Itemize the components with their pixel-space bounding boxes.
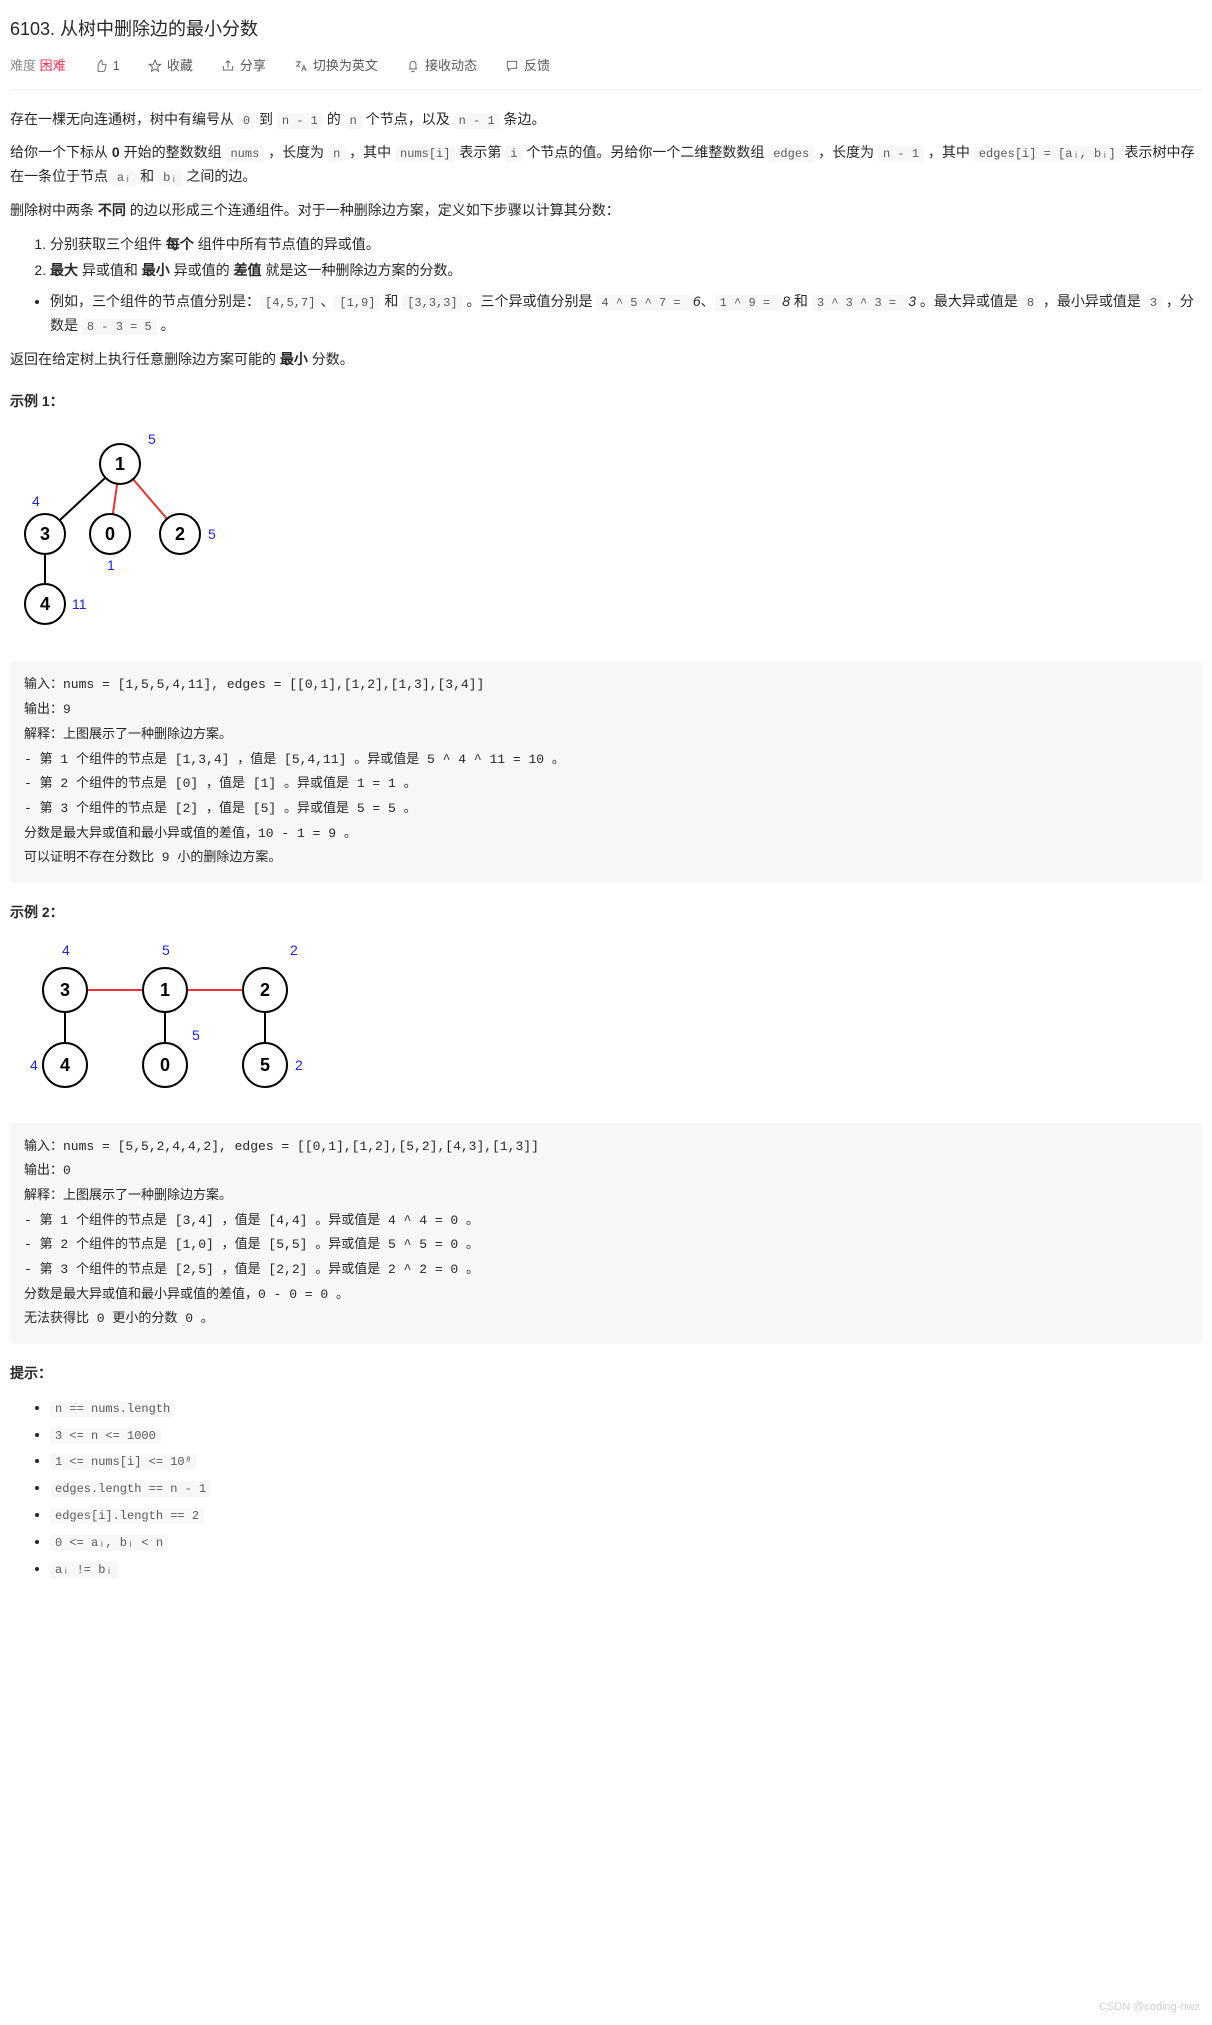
svg-text:2: 2 [175, 524, 185, 544]
like-count: 1 [113, 55, 120, 77]
star-icon [148, 59, 162, 73]
share-button[interactable]: 分享 [221, 55, 266, 77]
comment-icon [505, 59, 519, 73]
svg-text:4: 4 [32, 493, 40, 509]
svg-text:5: 5 [260, 1055, 270, 1075]
like-button[interactable]: 1 [94, 55, 120, 77]
svg-text:5: 5 [148, 431, 156, 447]
paragraph: 返回在给定树上执行任意删除边方案可能的 最小 分数。 [10, 348, 1202, 372]
list-item: 0 <= aᵢ, bᵢ < n [50, 1530, 1202, 1554]
example-1-box: 输入：nums = [1,5,5,4,11], edges = [[0,1],[… [10, 661, 1202, 883]
svg-text:11: 11 [72, 596, 87, 612]
svg-text:1: 1 [107, 557, 115, 573]
constraints: n == nums.length 3 <= n <= 1000 1 <= num… [10, 1396, 1202, 1581]
svg-text:5: 5 [192, 1027, 200, 1043]
list-item: edges[i].length == 2 [50, 1503, 1202, 1527]
svg-text:0: 0 [105, 524, 115, 544]
svg-text:5: 5 [208, 526, 216, 542]
constraints-title: 提示： [10, 1362, 1202, 1386]
svg-text:5: 5 [162, 942, 170, 958]
example-2-title: 示例 2： [10, 901, 1202, 925]
subscribe-label: 接收动态 [425, 55, 477, 77]
paragraph: 给你一个下标从 0 开始的整数数组 nums ，长度为 n ，其中 nums[i… [10, 141, 1202, 189]
share-label: 分享 [240, 55, 266, 77]
feedback-label: 反馈 [524, 55, 550, 77]
thumb-up-icon [94, 59, 108, 73]
svg-text:3: 3 [40, 524, 50, 544]
list-item: aᵢ != bᵢ [50, 1557, 1202, 1581]
unordered-list: 例如，三个组件的节点值分别是：[4,5,7]、[1,9] 和 [3,3,3] 。… [10, 290, 1202, 338]
favorite-button[interactable]: 收藏 [148, 55, 193, 77]
list-item: 1 <= nums[i] <= 10⁸ [50, 1449, 1202, 1473]
paragraph: 存在一棵无向连通树，树中有编号从 0 到 n - 1 的 n 个节点，以及 n … [10, 108, 1202, 132]
example-2-diagram: 3 1 2 4 0 5 4 5 2 5 4 2 [10, 935, 1202, 1113]
translate-icon [294, 59, 308, 73]
difficulty-value: 困难 [40, 58, 66, 73]
watermark: CSDN @coding-hwz [1099, 1998, 1200, 2017]
svg-text:3: 3 [60, 980, 70, 1000]
svg-text:2: 2 [290, 942, 298, 958]
favorite-label: 收藏 [167, 55, 193, 77]
problem-title: 6103. 从树中删除边的最小分数 [10, 14, 1202, 45]
list-item: 3 <= n <= 1000 [50, 1423, 1202, 1447]
svg-text:0: 0 [160, 1055, 170, 1075]
subscribe-button[interactable]: 接收动态 [406, 55, 477, 77]
list-item: 最大 异或值和 最小 异或值的 差值 就是这一种删除边方案的分数。 [50, 259, 1202, 283]
list-item: 分别获取三个组件 每个 组件中所有节点值的异或值。 [50, 233, 1202, 257]
list-item: n == nums.length [50, 1396, 1202, 1420]
list-item: 例如，三个组件的节点值分别是：[4,5,7]、[1,9] 和 [3,3,3] 。… [50, 290, 1202, 338]
translate-button[interactable]: 切换为英文 [294, 55, 378, 77]
toolbar: 难度 困难 1 收藏 分享 切换为英文 接收动态 反馈 [10, 55, 1202, 90]
example-1-diagram: 1 3 0 2 4 5 4 5 1 11 [10, 424, 1202, 652]
ordered-list: 分别获取三个组件 每个 组件中所有节点值的异或值。 最大 异或值和 最小 异或值… [10, 233, 1202, 283]
example-2-box: 输入：nums = [5,5,2,4,4,2], edges = [[0,1],… [10, 1123, 1202, 1345]
share-icon [221, 59, 235, 73]
example-1-title: 示例 1： [10, 390, 1202, 414]
list-item: edges.length == n - 1 [50, 1476, 1202, 1500]
translate-label: 切换为英文 [313, 55, 378, 77]
difficulty: 难度 困难 [10, 55, 66, 77]
svg-text:2: 2 [295, 1057, 303, 1073]
constraints-list: n == nums.length 3 <= n <= 1000 1 <= num… [10, 1396, 1202, 1581]
svg-text:4: 4 [40, 594, 50, 614]
feedback-button[interactable]: 反馈 [505, 55, 550, 77]
paragraph: 删除树中两条 不同 的边以形成三个连通组件。对于一种删除边方案，定义如下步骤以计… [10, 199, 1202, 223]
svg-text:1: 1 [115, 454, 125, 474]
problem-description: 存在一棵无向连通树，树中有编号从 0 到 n - 1 的 n 个节点，以及 n … [10, 108, 1202, 1581]
svg-text:4: 4 [60, 1055, 70, 1075]
svg-text:2: 2 [260, 980, 270, 1000]
svg-text:1: 1 [160, 980, 170, 1000]
difficulty-label: 难度 [10, 58, 36, 73]
bell-icon [406, 59, 420, 73]
svg-text:4: 4 [30, 1057, 38, 1073]
svg-text:4: 4 [62, 942, 70, 958]
